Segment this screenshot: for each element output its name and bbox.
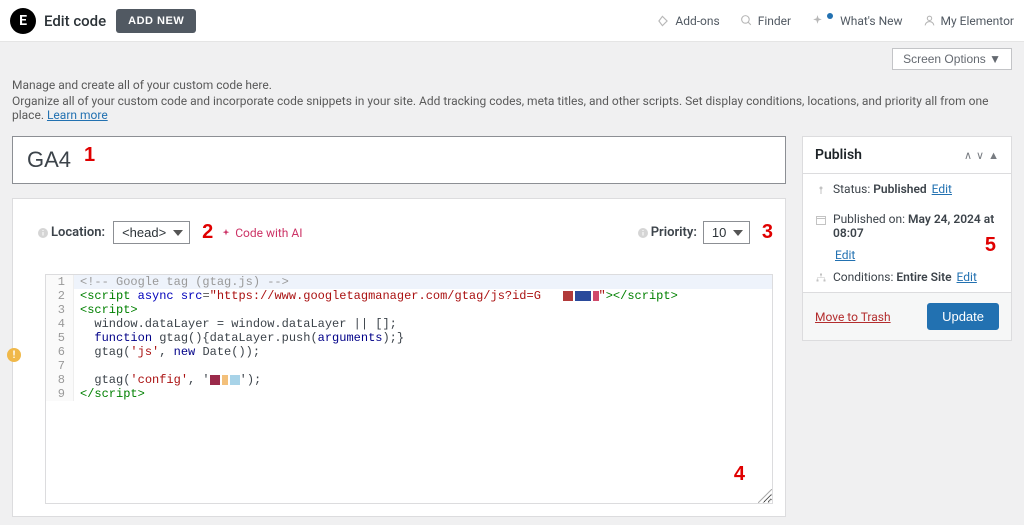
pin-icon (815, 184, 827, 196)
priority-label: Priority: (637, 225, 697, 240)
sitemap-icon (815, 272, 827, 284)
intro-text-1: Manage and create all of your custom cod… (12, 78, 1012, 92)
addons-link[interactable]: Add-ons (656, 14, 719, 28)
conditions-value: Entire Site (896, 270, 951, 284)
update-button[interactable]: Update (927, 303, 999, 330)
elementor-logo-icon: E (10, 8, 36, 34)
my-elementor-link[interactable]: My Elementor (923, 14, 1014, 28)
page-title: Edit code (44, 12, 106, 30)
ai-sparkle-icon (221, 228, 231, 238)
sparkle-icon (811, 14, 824, 27)
search-icon (740, 14, 753, 27)
info-icon (637, 227, 649, 239)
location-select[interactable]: <head> (113, 221, 190, 244)
annotation-2: 2 (202, 221, 213, 244)
finder-link[interactable]: Finder (740, 14, 791, 28)
editor-panel: Location: <head> 2 Code with AI Pr (12, 198, 786, 517)
notification-dot-icon (827, 13, 833, 19)
top-bar: E Edit code ADD NEW Add-ons Finder What'… (0, 0, 1024, 42)
whats-new-link[interactable]: What's New (811, 14, 902, 28)
move-to-trash-link[interactable]: Move to Trash (815, 310, 891, 324)
code-editor[interactable]: 1<!-- Google tag (gtag.js) --> 2<script … (45, 274, 773, 504)
location-label: Location: (37, 225, 105, 240)
calendar-icon (815, 214, 827, 226)
user-icon (923, 14, 936, 27)
addons-icon (656, 14, 670, 28)
learn-more-link[interactable]: Learn more (47, 108, 108, 122)
info-icon (37, 227, 49, 239)
move-up-icon[interactable]: ∧ (964, 149, 972, 162)
code-title-input[interactable] (12, 136, 786, 184)
status-value: Published (873, 182, 926, 196)
move-down-icon[interactable]: ∨ (976, 149, 984, 162)
code-with-ai-link[interactable]: Code with AI (221, 226, 302, 240)
screen-options-button[interactable]: Screen Options ▼ (892, 48, 1012, 70)
edit-date-link[interactable]: Edit (835, 248, 855, 262)
resize-handle-icon[interactable] (758, 489, 772, 503)
toggle-panel-icon[interactable]: ▲ (988, 149, 999, 162)
intro-text-2: Organize all of your custom code and inc… (12, 94, 1012, 122)
publish-metabox: Publish ∧ ∨ ▲ Status: Published Edit Pub… (802, 136, 1012, 341)
publish-title: Publish (815, 147, 862, 163)
edit-status-link[interactable]: Edit (932, 182, 952, 196)
annotation-3: 3 (762, 221, 773, 244)
add-new-button[interactable]: ADD NEW (116, 9, 196, 33)
warning-gutter-icon: ! (7, 348, 21, 362)
priority-select[interactable]: 10 (703, 221, 750, 244)
edit-conditions-link[interactable]: Edit (957, 270, 977, 284)
